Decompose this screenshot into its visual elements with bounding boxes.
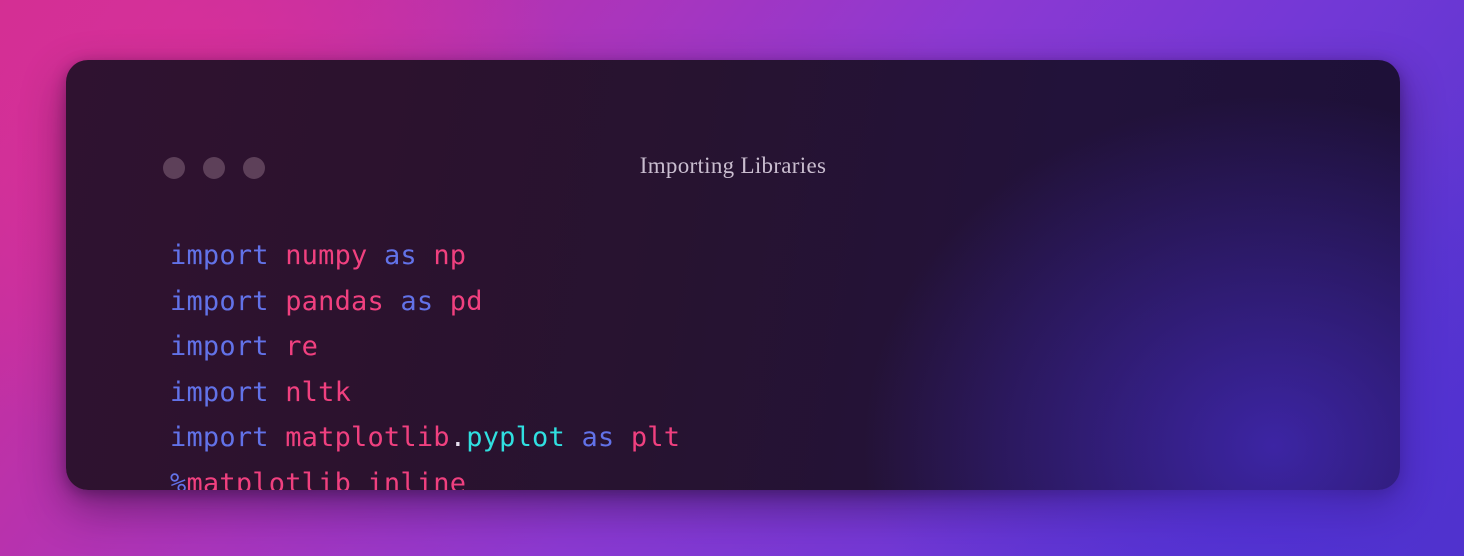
code-window-card: Importing Libraries import numpy as np im…	[66, 60, 1400, 490]
code-token-mod: plt	[630, 422, 681, 453]
code-token-kw: import	[170, 331, 269, 362]
code-token-mod: nltk	[285, 376, 352, 408]
code-token-dot: .	[449, 422, 467, 453]
code-token-plainspace	[269, 377, 285, 408]
code-token-op: %	[170, 467, 187, 491]
code-token-plainspace	[367, 240, 383, 271]
window-titlebar: Importing Libraries	[66, 60, 1400, 179]
window-title: Importing Libraries	[639, 153, 827, 178]
code-token-kw: import	[170, 240, 269, 271]
code-token-plainspace	[269, 331, 285, 362]
code-token-mod: numpy	[285, 240, 368, 271]
code-line: import nltk	[170, 370, 680, 416]
code-line: import matplotlib.pyplot as plt	[170, 415, 680, 461]
code-token-mod: pd	[449, 285, 483, 317]
code-token-mod: pandas	[285, 285, 384, 317]
code-line: %matplotlib inline	[170, 461, 680, 491]
code-token-plain: matplotlib inline	[186, 467, 467, 491]
code-token-plainspace	[269, 240, 285, 271]
code-line: import pandas as pd	[170, 279, 680, 325]
code-token-plainspace	[614, 422, 630, 453]
code-token-attr: pyplot	[466, 422, 565, 453]
code-token-mod: matplotlib	[285, 422, 450, 453]
code-token-kw: as	[383, 240, 417, 271]
code-token-kw: as	[581, 422, 615, 453]
screenshot-stage: Importing Libraries import numpy as np im…	[0, 0, 1464, 556]
code-token-plainspace	[433, 286, 449, 317]
code-block: import numpy as np import pandas as pd imp…	[170, 233, 680, 490]
code-token-mod: np	[433, 240, 467, 271]
code-token-plainspace	[269, 422, 285, 453]
code-token-plainspace	[565, 422, 581, 453]
code-token-plainspace	[417, 240, 433, 271]
code-token-plainspace	[384, 286, 400, 317]
code-line: import numpy as np	[170, 233, 680, 279]
code-token-plainspace	[269, 286, 285, 317]
code-token-kw: as	[400, 285, 434, 317]
code-line: import re	[170, 324, 680, 370]
code-token-kw: import	[170, 376, 269, 408]
code-token-kw: import	[170, 285, 269, 317]
code-token-mod: re	[285, 331, 319, 362]
code-token-kw: import	[170, 422, 269, 453]
